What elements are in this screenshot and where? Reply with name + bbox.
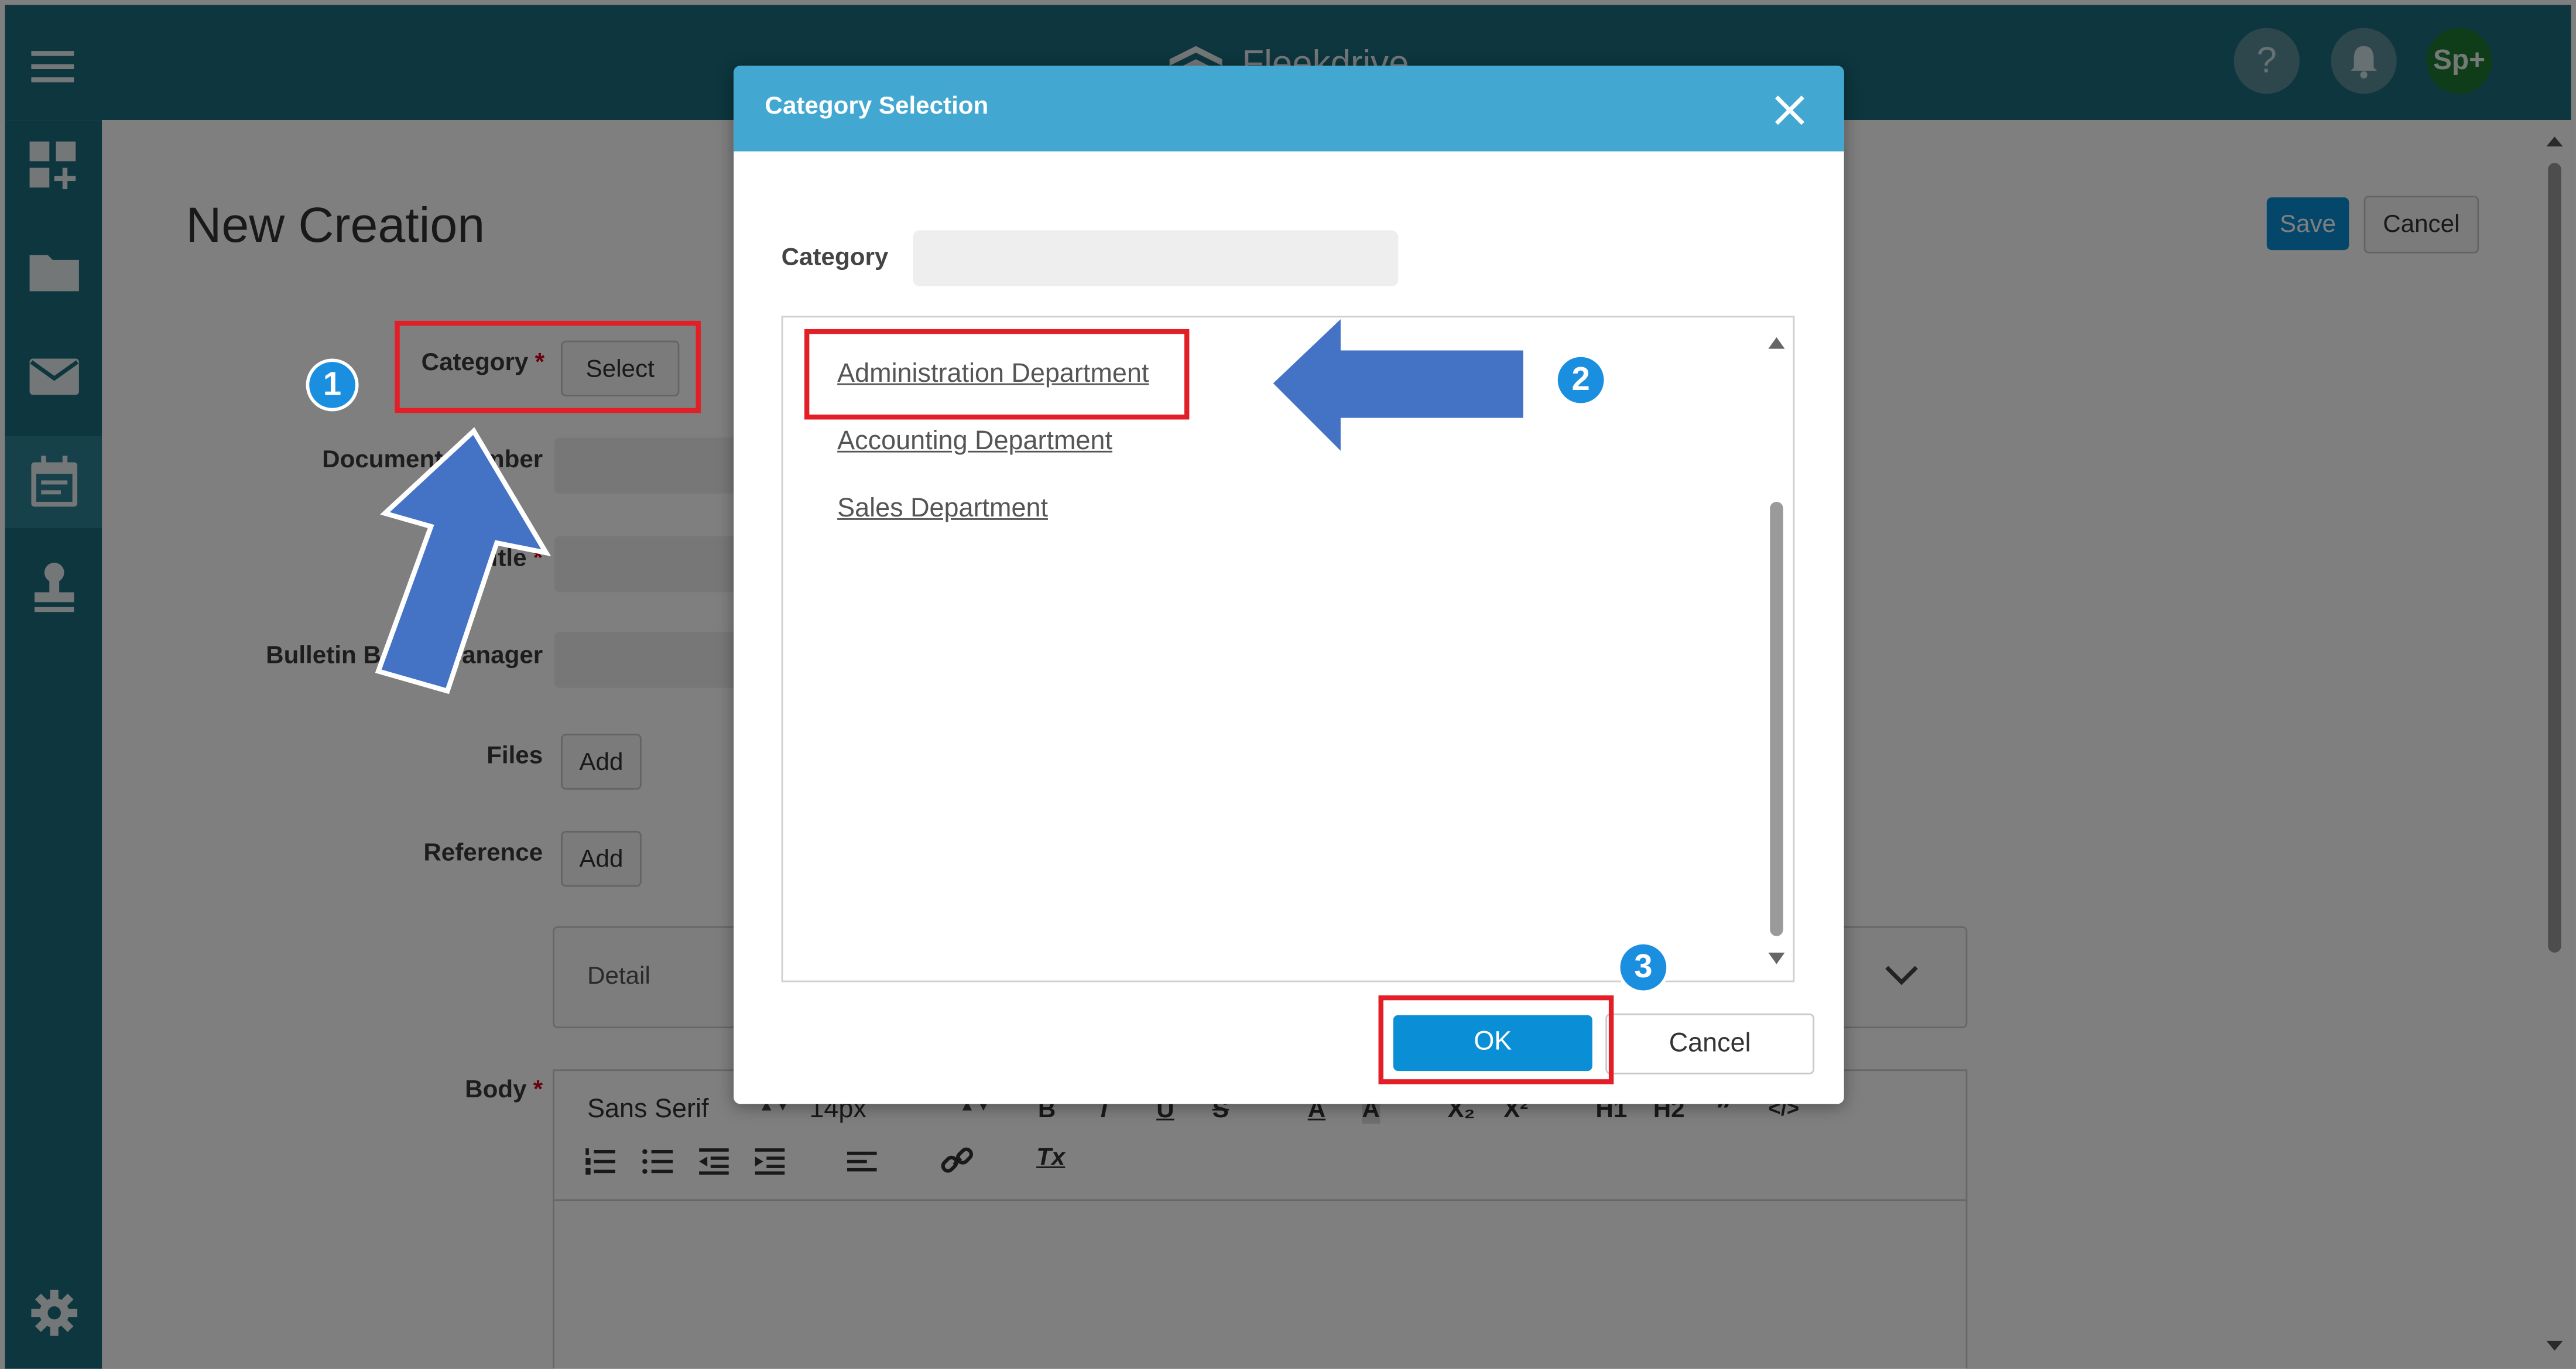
- step-1-arrow: [375, 427, 551, 694]
- list-scrollbar-thumb[interactable]: [1770, 501, 1783, 936]
- step-2-arrow: [1273, 319, 1523, 451]
- list-item-accounting[interactable]: Accounting Department: [837, 428, 1112, 458]
- list-scroll-up-icon[interactable]: [1765, 333, 1788, 352]
- step-2-badge: 2: [1554, 354, 1608, 406]
- ok-highlight-box: [1378, 995, 1614, 1084]
- list-scroll-down-icon[interactable]: [1765, 949, 1788, 969]
- app-root: Fleekdrive ? Sp+ New: [0, 0, 2576, 1369]
- category-highlight-box: [395, 320, 701, 413]
- administration-highlight-box: [804, 328, 1190, 420]
- modal-header: Category Selection: [734, 66, 1844, 152]
- category-selection-modal: Category Selection Category Administrati…: [734, 66, 1844, 1104]
- modal-category-input[interactable]: [913, 230, 1399, 286]
- step-1-badge: 1: [306, 358, 359, 412]
- list-item-sales[interactable]: Sales Department: [837, 495, 1048, 525]
- close-icon[interactable]: [1772, 92, 1808, 128]
- list-scrollbar[interactable]: [1765, 331, 1788, 973]
- step-3-badge: 3: [1616, 941, 1670, 994]
- modal-title: Category Selection: [765, 92, 989, 121]
- modal-cancel-button[interactable]: Cancel: [1605, 1013, 1815, 1074]
- modal-category-label: Category: [781, 243, 889, 272]
